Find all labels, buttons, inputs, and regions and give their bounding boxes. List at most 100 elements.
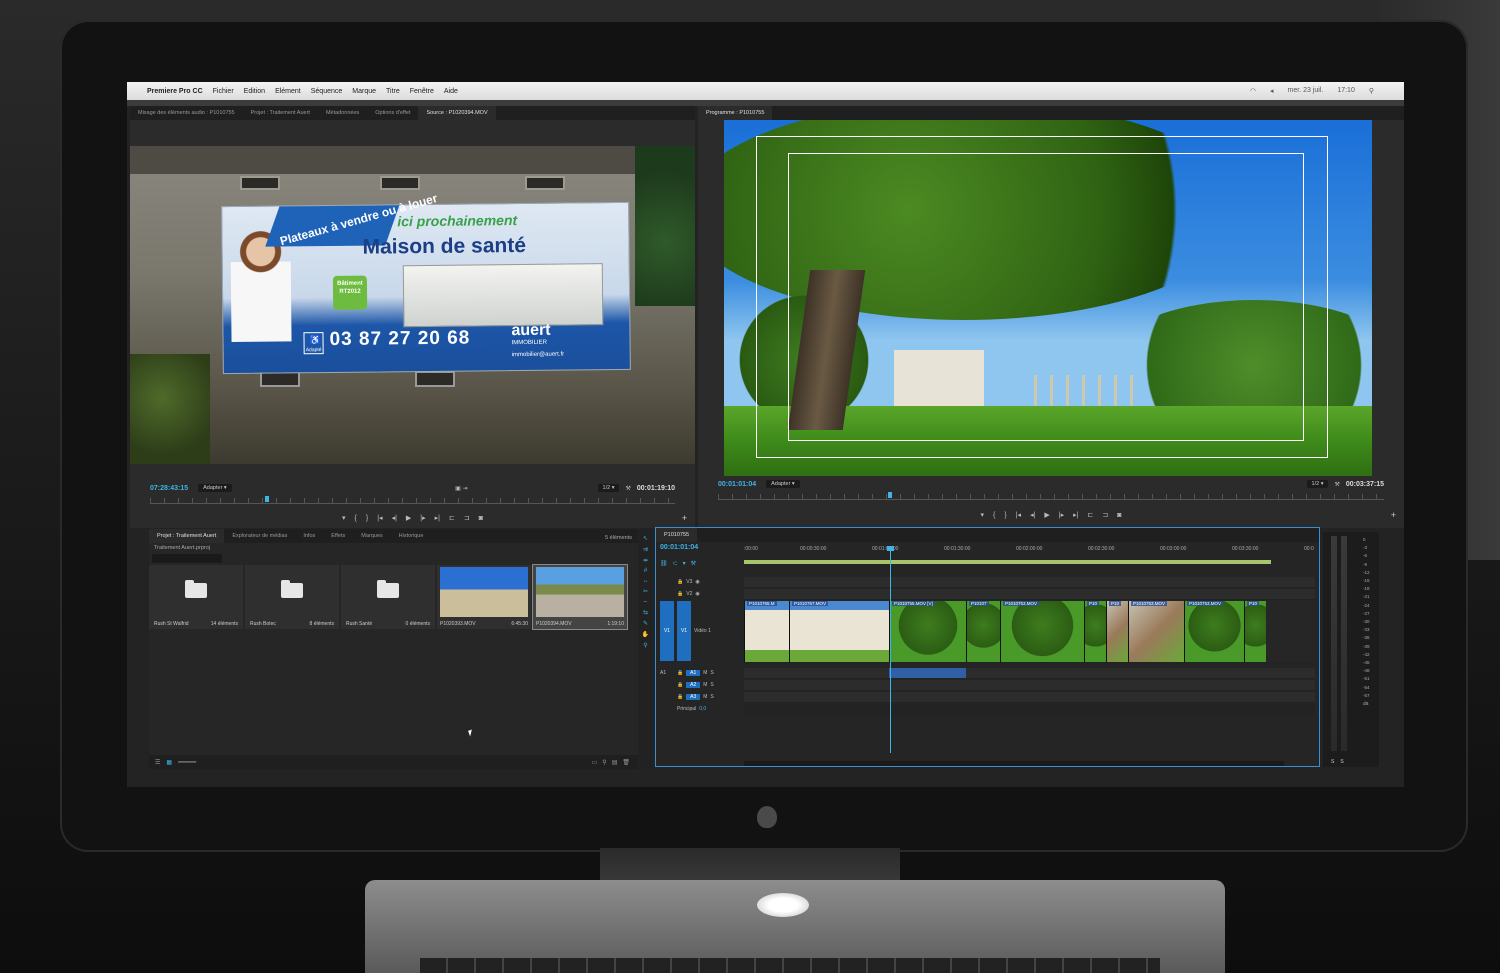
track-target-v1[interactable]: V1 <box>677 601 691 661</box>
search-input[interactable] <box>152 554 222 563</box>
timeline-clip[interactable]: P1010755.MOV [V] <box>889 601 966 662</box>
hand-tool-icon[interactable]: ✋ <box>642 631 649 638</box>
program-video-frame[interactable] <box>724 120 1372 476</box>
pen-tool-icon[interactable]: ✎ <box>643 620 648 627</box>
lock-icon[interactable]: 🔒 <box>677 694 683 700</box>
icon-view-icon[interactable]: ▦ <box>166 759 172 766</box>
tab-source[interactable]: Source : P1020394.MOV <box>418 106 496 120</box>
track-lane-v2[interactable] <box>744 589 1315 600</box>
solo-icon[interactable]: S <box>710 682 713 688</box>
insert-icon[interactable]: ⊏ <box>449 514 455 522</box>
add-button-icon[interactable]: + <box>682 513 687 523</box>
timeline-clip[interactable]: P1010753.MOV <box>1128 601 1184 662</box>
program-timecode[interactable]: 00:01:01:04 <box>718 481 756 488</box>
tab-sequence[interactable]: P1010755 <box>656 528 698 542</box>
timeline-ruler[interactable]: :00:00 00:00:30:00 00:01:00:00 00:01:30:… <box>744 546 1315 558</box>
play-icon[interactable]: ▶ <box>406 514 411 522</box>
menu-titre[interactable]: Titre <box>386 88 400 95</box>
slip-tool-icon[interactable]: ⇔ <box>643 599 649 605</box>
go-to-out-icon[interactable]: ▸| <box>1073 511 1078 519</box>
tab-info[interactable]: Infos <box>295 529 323 543</box>
track-target-a3[interactable]: A3 <box>686 694 701 700</box>
timeline-timecode[interactable]: 00:01:01:04 <box>660 544 698 551</box>
camera-icon[interactable]: ◙ <box>1117 512 1121 519</box>
tab-audio-mixer[interactable]: Mixage des éléments audio : P1010755 <box>130 106 243 120</box>
lock-icon[interactable]: 🔒 <box>677 579 683 585</box>
selection-tool-icon[interactable]: ↖ <box>643 535 648 542</box>
mark-out-icon[interactable]: } <box>1004 512 1006 519</box>
marker-icon[interactable]: ▾ <box>981 511 985 519</box>
mute-icon[interactable]: M <box>703 670 707 676</box>
menu-aide[interactable]: Aide <box>444 88 458 95</box>
source-video-frame[interactable]: Plateaux à vendre ou à louer ici prochai… <box>130 146 695 464</box>
razor-tool-icon[interactable]: ✂ <box>643 588 648 595</box>
extract-icon[interactable]: ⊐ <box>1102 511 1108 519</box>
settings-icon[interactable]: ▣ ⇥ <box>455 485 467 492</box>
source-playhead[interactable] <box>265 496 269 502</box>
track-lane-a3[interactable] <box>744 692 1315 703</box>
source-resolution-select[interactable]: 1/2 <box>597 484 620 492</box>
zoom-tool-icon[interactable]: ⚲ <box>643 642 647 649</box>
mute-icon[interactable]: M <box>703 694 707 700</box>
program-time-ruler[interactable] <box>718 492 1384 500</box>
track-target-a1[interactable]: A1 <box>686 670 701 676</box>
tab-markers[interactable]: Marques <box>353 529 390 543</box>
solo-right-button[interactable]: S <box>1340 759 1343 765</box>
source-timecode[interactable]: 07:28:43:15 <box>150 485 188 492</box>
timeline-playhead[interactable] <box>887 546 894 753</box>
program-fit-select[interactable]: Adapter <box>766 480 800 488</box>
overwrite-icon[interactable]: ⊐ <box>464 514 470 522</box>
rate-stretch-tool-icon[interactable]: ↔ <box>643 578 649 584</box>
lock-icon[interactable]: 🔒 <box>677 591 683 597</box>
go-to-in-icon[interactable]: |◂ <box>1016 511 1021 519</box>
lift-icon[interactable]: ⊏ <box>1087 511 1093 519</box>
work-area-bar[interactable] <box>744 560 1271 564</box>
menu-edition[interactable]: Edition <box>244 88 265 95</box>
bin-item[interactable]: Rush St Walfrid 14 éléments <box>149 565 243 629</box>
menu-sequence[interactable]: Séquence <box>311 88 343 95</box>
track-lane-master[interactable] <box>744 704 1315 715</box>
wifi-icon[interactable]: ◠ <box>1250 87 1256 95</box>
bin-item[interactable]: Rush Botec 8 éléments <box>245 565 339 629</box>
timeline-scrollbar[interactable] <box>744 761 1284 766</box>
lock-icon[interactable]: 🔒 <box>677 670 683 676</box>
tab-effect-controls[interactable]: Options d'effet <box>367 106 418 120</box>
tab-project[interactable]: Projet : Traitement Auert <box>149 529 225 543</box>
go-to-out-icon[interactable]: ▸| <box>435 514 440 522</box>
track-lane-v3[interactable] <box>744 577 1315 588</box>
master-value[interactable]: 0,0 <box>699 706 706 712</box>
tab-history[interactable]: Historique <box>391 529 432 543</box>
program-playhead[interactable] <box>888 492 892 498</box>
ripple-tool-icon[interactable]: ⇹ <box>643 557 648 564</box>
timeline-clip[interactable]: P10 <box>1106 601 1128 662</box>
app-menu[interactable]: Premiere Pro CC <box>147 88 203 95</box>
timeline-clip[interactable]: P1010765.M <box>744 601 789 662</box>
slide-tool-icon[interactable]: ⇆ <box>643 609 648 616</box>
play-icon[interactable]: ▶ <box>1044 511 1049 519</box>
tab-media-browser[interactable]: Explorateur de médias <box>224 529 295 543</box>
menu-fichier[interactable]: Fichier <box>213 88 234 95</box>
solo-icon[interactable]: S <box>710 670 713 676</box>
step-back-icon[interactable]: ◂| <box>1030 511 1035 519</box>
tab-project[interactable]: Projet : Traitement Auert <box>243 106 318 120</box>
solo-icon[interactable]: S <box>710 694 713 700</box>
mute-icon[interactable]: M <box>703 682 707 688</box>
track-lane-a1[interactable] <box>744 668 1315 679</box>
solo-left-button[interactable]: S <box>1331 759 1334 765</box>
snap-icon[interactable]: ⛓ <box>660 560 668 567</box>
tab-metadata[interactable]: Métadonnées <box>318 106 367 120</box>
clip-item[interactable]: P1020393.MOV 6:45:30 <box>437 565 531 629</box>
step-back-icon[interactable]: ◂| <box>392 514 397 522</box>
tab-program[interactable]: Programme : P1010755 <box>698 106 773 120</box>
timeline-clip[interactable]: P1010753.MOV <box>1000 601 1084 662</box>
track-lane-a2[interactable] <box>744 680 1315 691</box>
track-select-tool-icon[interactable]: ⇉ <box>643 546 648 553</box>
timeline-clip[interactable]: P10 <box>1084 601 1106 662</box>
timeline-clip[interactable]: P1010753.MOV <box>1184 601 1244 662</box>
linked-selection-icon[interactable]: ⊂ <box>673 560 678 567</box>
menu-fenetre[interactable]: Fenêtre <box>410 88 434 95</box>
menu-element[interactable]: Elément <box>275 88 301 95</box>
source-time-ruler[interactable] <box>150 496 675 504</box>
volume-icon[interactable]: ◂ <box>1270 87 1274 95</box>
list-view-icon[interactable]: ☰ <box>155 759 160 766</box>
